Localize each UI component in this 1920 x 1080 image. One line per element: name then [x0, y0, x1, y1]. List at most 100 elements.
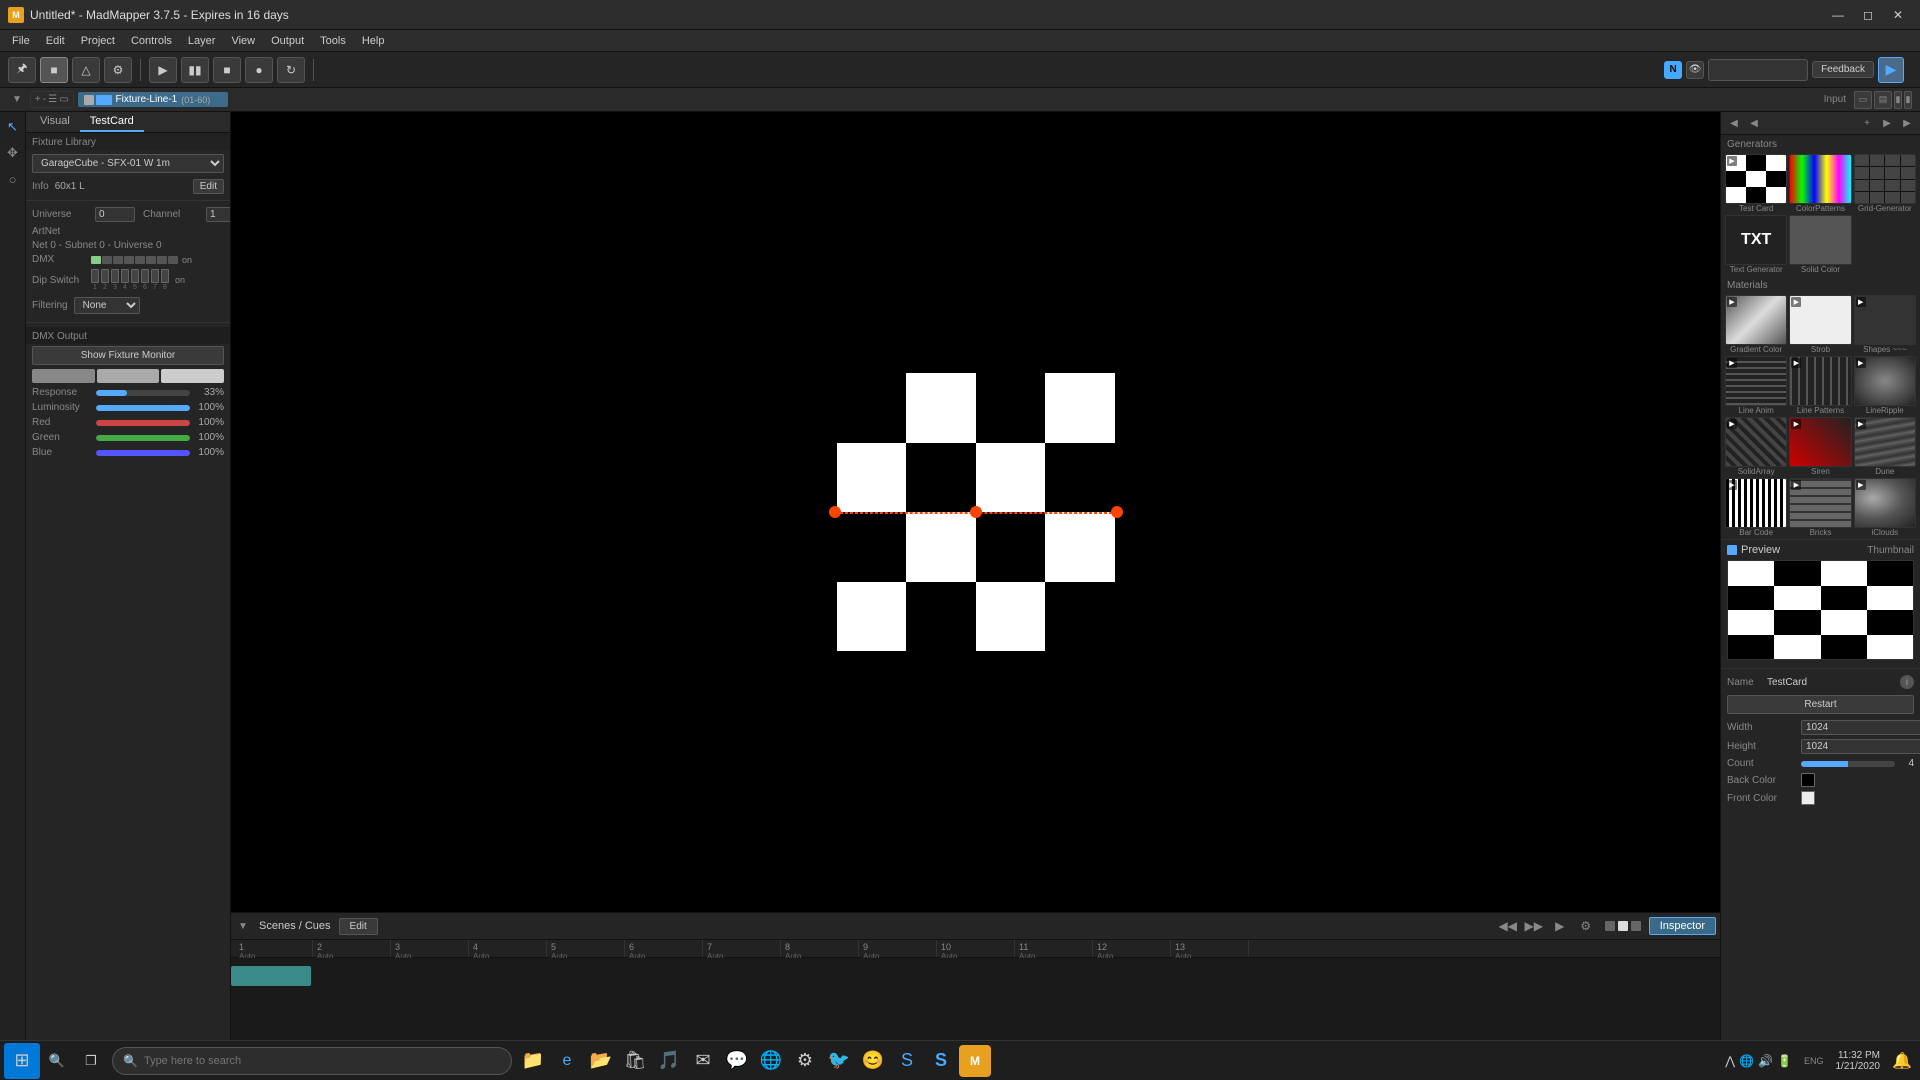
output-icon[interactable]: ▶: [1878, 57, 1904, 83]
material-siren[interactable]: ▶ Siren: [1789, 417, 1851, 476]
notification-btn[interactable]: 🔔: [1888, 1047, 1916, 1075]
layer-options-btn[interactable]: ☰: [48, 94, 57, 105]
show-fixture-monitor-btn[interactable]: Show Fixture Monitor: [32, 346, 224, 365]
rp-icon-5[interactable]: ▶: [1898, 114, 1916, 132]
select-tool-btn[interactable]: ■: [40, 57, 68, 83]
height-input[interactable]: [1801, 739, 1920, 754]
stop-btn[interactable]: ■: [213, 57, 241, 83]
taskbar-clock[interactable]: 11:32 PM 1/21/2020: [1828, 1050, 1889, 1072]
taskbar-skype2-icon[interactable]: S: [925, 1045, 957, 1077]
front-color-swatch[interactable]: [1801, 791, 1815, 805]
taskbar-files-icon[interactable]: 📂: [585, 1045, 617, 1077]
material-solidArray[interactable]: ▶ SolidArray: [1725, 417, 1787, 476]
taskbar-settings-icon[interactable]: ⚙: [789, 1045, 821, 1077]
material-lineRipple[interactable]: ▶ LineRipple: [1854, 356, 1916, 415]
sys-icon-volume[interactable]: 🔊: [1758, 1054, 1773, 1068]
record-btn[interactable]: ●: [245, 57, 273, 83]
sys-icon-battery[interactable]: 🔋: [1777, 1054, 1792, 1068]
transport-play-btn[interactable]: ▶: [1549, 915, 1571, 937]
cue-number-10[interactable]: 10Auto: [937, 940, 1015, 957]
layer-fixture-line-1[interactable]: Fixture-Line-1 (01-60): [78, 92, 228, 107]
dip-switch-4[interactable]: [121, 269, 129, 283]
minimize-button[interactable]: —: [1824, 5, 1852, 25]
material-strob[interactable]: ▶ Strob: [1789, 295, 1851, 354]
dip-switch-2[interactable]: [101, 269, 109, 283]
taskbar-search-icon[interactable]: 🔍: [41, 1045, 73, 1077]
canvas-area[interactable]: [231, 112, 1720, 912]
rp-icon-2[interactable]: ◀: [1745, 114, 1763, 132]
scenes-collapse-btn[interactable]: ▼: [235, 918, 251, 934]
generator-colorpatterns[interactable]: ColorPatterns: [1789, 154, 1851, 213]
pointer-icon[interactable]: ↖: [2, 116, 24, 138]
dip-switch-1[interactable]: [91, 269, 99, 283]
taskbar-bird-icon[interactable]: 🐦: [823, 1045, 855, 1077]
dip-switch-8[interactable]: [161, 269, 169, 283]
material-dune[interactable]: ▶ Dune: [1854, 417, 1916, 476]
dip-switch-6[interactable]: [141, 269, 149, 283]
cue-number-4[interactable]: 4Auto: [469, 940, 547, 957]
cue-number-2[interactable]: 2Auto: [313, 940, 391, 957]
taskbar-chrome-icon[interactable]: 🌐: [755, 1045, 787, 1077]
sys-icon-network[interactable]: 🌐: [1739, 1054, 1754, 1068]
taskbar-skype-icon[interactable]: S: [891, 1045, 923, 1077]
panel-toggle-3[interactable]: ▮: [1894, 91, 1902, 109]
inspector-btn[interactable]: Inspector: [1649, 917, 1716, 935]
dip-switch-3[interactable]: [111, 269, 119, 283]
menu-edit[interactable]: Edit: [38, 33, 73, 49]
layer-expand-btn[interactable]: ▭: [59, 94, 68, 105]
width-input[interactable]: [1801, 720, 1920, 735]
material-gradient[interactable]: ▶ Gradient Color: [1725, 295, 1787, 354]
taskbar-mail-icon[interactable]: ✉: [687, 1045, 719, 1077]
menu-output[interactable]: Output: [263, 33, 312, 49]
cue-number-3[interactable]: 3Auto: [391, 940, 469, 957]
taskbar-music-icon[interactable]: 🎵: [653, 1045, 685, 1077]
material-clouds[interactable]: ▶ iClouds: [1854, 478, 1916, 537]
taskbar-whatsapp-icon[interactable]: 💬: [721, 1045, 753, 1077]
generator-solid[interactable]: Solid Color: [1789, 215, 1851, 274]
close-button[interactable]: ✕: [1884, 5, 1912, 25]
cue-number-6[interactable]: 6Auto: [625, 940, 703, 957]
material-bricks[interactable]: ▶ Bricks: [1789, 478, 1851, 537]
universe-input[interactable]: [95, 207, 135, 222]
rp-icon-4[interactable]: ▶: [1878, 114, 1896, 132]
material-linePattern[interactable]: ▶ Line Patterns: [1789, 356, 1851, 415]
cue-number-8[interactable]: 8Auto: [781, 940, 859, 957]
generator-text[interactable]: TXT Text Generator: [1725, 215, 1787, 274]
panel-toggle-1[interactable]: ▭: [1854, 91, 1872, 109]
taskbar-edge-icon[interactable]: e: [551, 1045, 583, 1077]
cue-number-12[interactable]: 12Auto: [1093, 940, 1171, 957]
taskbar-madmapper-icon[interactable]: M: [959, 1045, 991, 1077]
material-lineAnim[interactable]: ▶ Line Anim: [1725, 356, 1787, 415]
channel-input[interactable]: [206, 207, 230, 222]
transport-settings-btn[interactable]: ⚙: [1575, 915, 1597, 937]
taskbar-explorer-icon[interactable]: 📁: [517, 1045, 549, 1077]
pause-btn[interactable]: ▮▮: [181, 57, 209, 83]
cursor-tool-btn[interactable]: 🖈: [8, 57, 36, 83]
fixture-library-dropdown[interactable]: GarageCube - SFX-01 W 1m: [32, 154, 224, 173]
info-icon[interactable]: i: [1900, 675, 1914, 689]
rp-icon-3[interactable]: +: [1858, 114, 1876, 132]
generator-grid[interactable]: Grid-Generator: [1854, 154, 1916, 213]
cue-number-11[interactable]: 11Auto: [1015, 940, 1093, 957]
cue-track[interactable]: [231, 958, 1720, 1040]
eye-icon[interactable]: 👁: [1686, 61, 1704, 79]
dip-switch-7[interactable]: [151, 269, 159, 283]
cue-number-1[interactable]: 1Auto: [235, 940, 313, 957]
restart-btn[interactable]: Restart: [1727, 695, 1914, 714]
panel-toggle-2[interactable]: ▤: [1874, 91, 1892, 109]
tab-testcard[interactable]: TestCard: [80, 112, 144, 132]
cue-number-5[interactable]: 5Auto: [547, 940, 625, 957]
menu-controls[interactable]: Controls: [123, 33, 180, 49]
menu-help[interactable]: Help: [354, 33, 393, 49]
start-button[interactable]: ⊞: [4, 1043, 40, 1079]
feedback-btn[interactable]: Feedback: [1812, 61, 1874, 78]
transport-forward-btn[interactable]: ▶▶: [1523, 915, 1545, 937]
output-select[interactable]: [1708, 59, 1808, 81]
rp-icon-1[interactable]: ◀: [1725, 114, 1743, 132]
move-icon[interactable]: ✥: [2, 142, 24, 164]
fixture-edit-btn[interactable]: Edit: [193, 179, 224, 194]
material-shapes[interactable]: ▶ Shapes ~~~: [1854, 295, 1916, 354]
search-input[interactable]: [144, 1055, 501, 1067]
menu-tools[interactable]: Tools: [312, 33, 354, 49]
light-icon[interactable]: ○: [2, 168, 24, 190]
